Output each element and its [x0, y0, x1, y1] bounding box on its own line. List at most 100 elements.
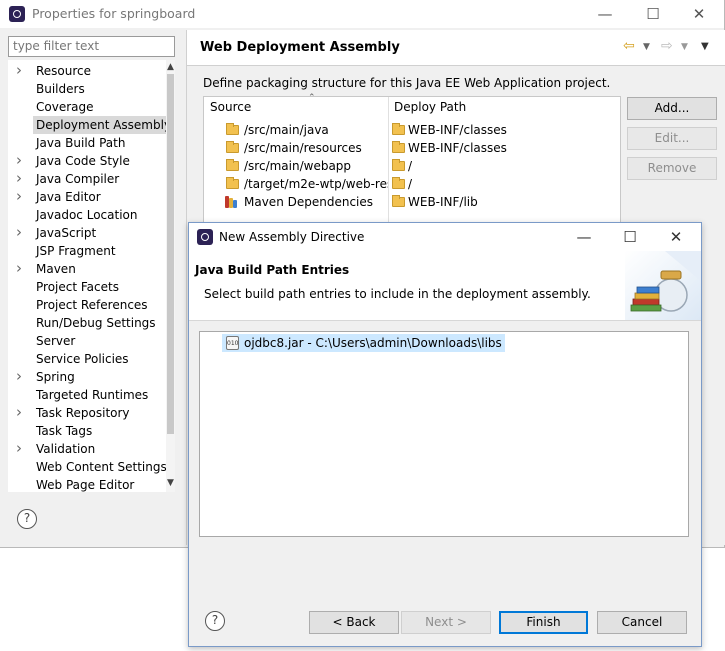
dialog-header: Java Build Path Entries Select build pat…	[189, 251, 701, 321]
tree-item[interactable]: › Java Code Style	[8, 151, 166, 170]
deploy-path-cell: WEB-INF/lib	[408, 195, 478, 209]
properties-titlebar: Properties for springboard — ☐ ✕	[0, 0, 724, 28]
eclipse-app-icon	[197, 229, 213, 245]
dialog-title: New Assembly Directive	[219, 230, 365, 244]
new-assembly-directive-dialog: New Assembly Directive — ☐ ✕ Java Build …	[188, 222, 702, 647]
tree-item-label: Targeted Runtimes	[36, 388, 149, 402]
expand-chevron-icon[interactable]: ›	[16, 403, 22, 421]
tree-item-label: Java Compiler	[36, 172, 120, 186]
forward-arrow-icon[interactable]: ⇨	[661, 38, 673, 54]
tree-item[interactable]: › Java Editor	[8, 187, 166, 206]
tree-item[interactable]: Web Page Editor	[8, 476, 166, 492]
back-button[interactable]: < Back	[309, 611, 399, 634]
expand-chevron-icon[interactable]: ›	[16, 259, 22, 277]
table-row[interactable]: /src/main/java WEB-INF/classes	[204, 121, 622, 139]
filter-input[interactable]: type filter text	[8, 36, 175, 57]
scrollbar-thumb[interactable]	[167, 74, 174, 434]
folder-icon	[392, 159, 405, 171]
next-button[interactable]: Next >	[401, 611, 491, 634]
tree-item[interactable]: Service Policies	[8, 350, 166, 368]
dialog-header-title: Java Build Path Entries	[195, 263, 350, 277]
expand-chevron-icon[interactable]: ›	[16, 151, 22, 169]
dialog-maximize-button[interactable]: ☐	[619, 227, 641, 247]
tree-item[interactable]: Coverage	[8, 98, 166, 116]
list-item[interactable]: ojdbc8.jar - C:\Users\admin\Downloads\li…	[222, 334, 505, 352]
tree-item[interactable]: Deployment Assembly	[8, 116, 175, 134]
table-row[interactable]: /target/m2e-wtp/web-resources /	[204, 175, 622, 193]
tree-item[interactable]: › Resource	[8, 61, 166, 80]
tree-scrollbar[interactable]: ▲ ▼	[166, 60, 175, 492]
table-row[interactable]: /src/main/webapp /	[204, 157, 622, 175]
column-header-source[interactable]: Source	[210, 100, 251, 114]
source-cell: /src/main/webapp	[244, 159, 352, 173]
tree-item[interactable]: › Maven	[8, 259, 166, 278]
close-button[interactable]: ✕	[688, 4, 710, 24]
tree-item-label: JavaScript	[36, 226, 97, 240]
finish-button[interactable]: Finish	[499, 611, 588, 634]
dialog-header-description: Select build path entries to include in …	[204, 287, 591, 301]
tree-item[interactable]: Task Tags	[8, 422, 166, 440]
tree-item[interactable]: JSP Fragment	[8, 242, 166, 260]
help-button[interactable]: ?	[17, 509, 37, 529]
folder-icon	[226, 159, 239, 171]
dialog-help-button[interactable]: ?	[205, 611, 225, 631]
tree-item-label: Coverage	[36, 100, 94, 114]
forward-menu-chevron-icon[interactable]: ▼	[681, 42, 688, 52]
build-path-entries-list[interactable]: ojdbc8.jar - C:\Users\admin\Downloads\li…	[199, 331, 689, 537]
cancel-button[interactable]: Cancel	[597, 611, 687, 634]
folder-icon	[226, 123, 239, 135]
tree-item[interactable]: Run/Debug Settings	[8, 314, 166, 332]
tree-item-label: Web Page Editor	[36, 478, 135, 492]
maximize-button[interactable]: ☐	[642, 4, 664, 24]
source-cell: /target/m2e-wtp/web-resources	[244, 177, 388, 191]
list-item-label: ojdbc8.jar - C:\Users\admin\Downloads\li…	[244, 336, 502, 350]
dialog-minimize-button[interactable]: —	[573, 227, 595, 247]
scroll-up-icon[interactable]: ▲	[166, 62, 175, 72]
tree-item[interactable]: Javadoc Location	[8, 206, 166, 224]
edit-button[interactable]: Edit...	[627, 127, 717, 150]
expand-chevron-icon[interactable]: ›	[16, 367, 22, 385]
tree-item[interactable]: Web Content Settings	[8, 458, 167, 476]
remove-button[interactable]: Remove	[627, 157, 717, 180]
deploy-path-cell: WEB-INF/classes	[408, 123, 507, 137]
tree-item[interactable]: Builders	[8, 80, 166, 98]
dialog-close-button[interactable]: ✕	[665, 227, 687, 247]
tree-item[interactable]: Project Facets	[8, 278, 166, 296]
tree-item-label: Task Tags	[36, 424, 93, 438]
source-cell: Maven Dependencies	[244, 195, 374, 209]
tree-item-label: Javadoc Location	[36, 208, 138, 222]
expand-chevron-icon[interactable]: ›	[16, 187, 22, 205]
tree-item[interactable]: Java Build Path	[8, 134, 166, 152]
tree-item[interactable]: › JavaScript	[8, 223, 166, 242]
tree-item-label: Run/Debug Settings	[36, 316, 156, 330]
tree-item[interactable]: › Spring	[8, 367, 166, 386]
view-menu-icon[interactable]: ▼	[701, 41, 709, 52]
tree-item[interactable]: Server	[8, 332, 166, 350]
tree-item-label: Java Editor	[36, 190, 101, 204]
column-header-deploy-path[interactable]: Deploy Path	[394, 100, 466, 114]
expand-chevron-icon[interactable]: ›	[16, 223, 22, 241]
folder-icon	[392, 141, 405, 153]
tree-item[interactable]: › Java Compiler	[8, 169, 166, 188]
tree-item[interactable]: › Task Repository	[8, 403, 166, 422]
tree-item-label: Resource	[36, 64, 92, 78]
tree-item-label: Deployment Assembly	[33, 116, 175, 134]
expand-chevron-icon[interactable]: ›	[16, 439, 22, 457]
wizard-banner-icon	[625, 251, 701, 320]
table-row[interactable]: /src/main/resources WEB-INF/classes	[204, 139, 622, 157]
scroll-down-icon[interactable]: ▼	[166, 478, 175, 488]
tree-item-label: Spring	[36, 370, 75, 384]
folder-icon	[392, 177, 405, 189]
tree-item[interactable]: Targeted Runtimes	[8, 386, 166, 404]
expand-chevron-icon[interactable]: ›	[16, 61, 22, 79]
expand-chevron-icon[interactable]: ›	[16, 169, 22, 187]
back-arrow-icon[interactable]: ⇦	[623, 38, 635, 54]
tree-item[interactable]: › Validation	[8, 439, 166, 458]
minimize-button[interactable]: —	[594, 4, 616, 24]
table-row[interactable]: Maven Dependencies WEB-INF/lib	[204, 193, 622, 211]
tree-item-label: Project References	[36, 298, 148, 312]
tree-item[interactable]: Project References	[8, 296, 166, 314]
add-button[interactable]: Add...	[627, 97, 717, 120]
tree-item-label: Builders	[36, 82, 85, 96]
back-menu-chevron-icon[interactable]: ▼	[643, 42, 650, 52]
